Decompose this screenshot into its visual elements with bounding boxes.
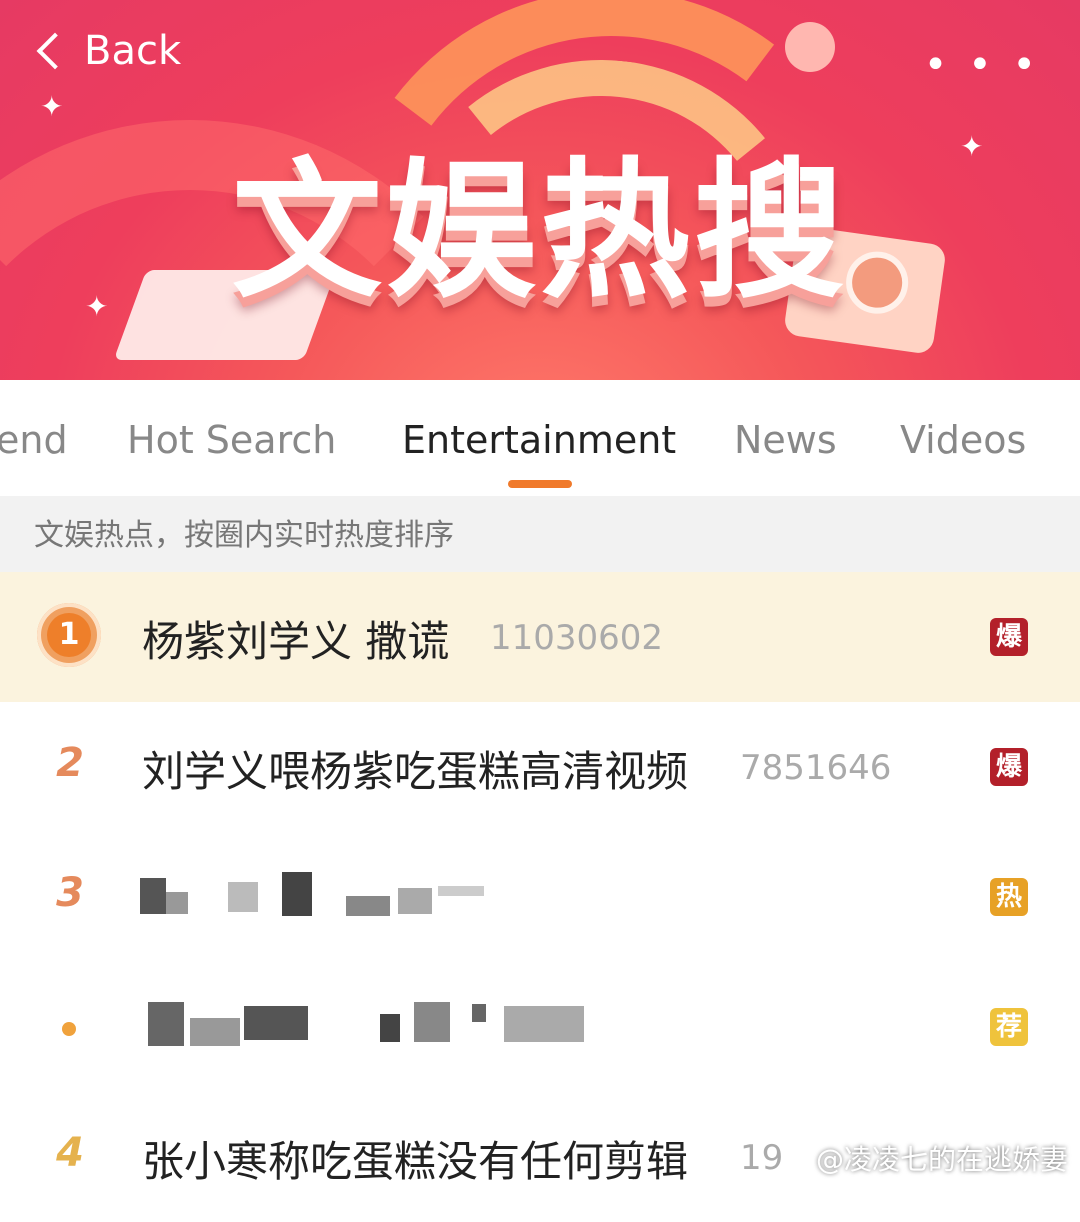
- item-title[interactable]: 杨紫刘学义 撒谎: [142, 608, 449, 669]
- tab-hot-search[interactable]: Hot Search: [127, 418, 336, 462]
- list-item[interactable]: 3 热: [0, 832, 1080, 963]
- tab-entertainment[interactable]: Entertainment: [402, 418, 676, 462]
- pixelated-text: [282, 872, 312, 916]
- promoted-badge: 荐: [990, 1008, 1028, 1046]
- chevron-left-icon: [36, 32, 74, 70]
- hot-badge: 热: [990, 878, 1028, 916]
- item-title[interactable]: 刘学义喂杨紫吃蛋糕高清视频: [142, 738, 688, 799]
- pixelated-text: [398, 888, 432, 914]
- banner-title: 文娱热搜: [231, 145, 848, 319]
- pixelated-text: [166, 892, 188, 914]
- hot-badge: 爆: [990, 748, 1028, 786]
- tab-trend[interactable]: end: [0, 418, 68, 462]
- banner: ✦ ✦ ✦ 文娱热搜 Back • • •: [0, 0, 1080, 380]
- list-description-text: 文娱热点，按圈内实时热度排序: [34, 518, 454, 553]
- rank-number: 3: [56, 870, 84, 916]
- pixelated-text: [472, 1004, 486, 1022]
- pixelated-text: [190, 1018, 240, 1046]
- item-count: 7851646: [740, 748, 892, 788]
- pixelated-text: [504, 1006, 584, 1042]
- more-button[interactable]: • • •: [924, 42, 1040, 88]
- rank-number: 1: [47, 613, 91, 657]
- list-item[interactable]: 荐: [0, 962, 1080, 1093]
- tab-news[interactable]: News: [734, 418, 837, 462]
- promoted-dot-icon: [62, 1022, 76, 1036]
- back-label: Back: [84, 28, 182, 74]
- tab-bar: end Hot Search Entertainment News Videos: [0, 380, 1080, 496]
- rank-number: 4: [56, 1130, 84, 1176]
- pixelated-text: [228, 882, 258, 912]
- pixelated-text: [140, 878, 166, 914]
- list-item[interactable]: 2 刘学义喂杨紫吃蛋糕高清视频 7851646 爆: [0, 702, 1080, 833]
- tab-videos[interactable]: Videos: [900, 418, 1026, 462]
- active-tab-indicator: [508, 480, 572, 488]
- pixelated-text: [148, 1002, 184, 1046]
- item-title[interactable]: 张小寒称吃蛋糕没有任何剪辑: [142, 1128, 688, 1189]
- rank-number: 2: [56, 740, 84, 786]
- hot-badge: 爆: [990, 618, 1028, 656]
- list-description: 文娱热点，按圈内实时热度排序: [0, 496, 1080, 572]
- rank-medal-icon: 1: [37, 603, 101, 667]
- pixelated-text: [414, 1002, 450, 1042]
- item-count: 11030602: [490, 618, 664, 658]
- watermark: @凌凌七的在逃娇妻: [815, 1143, 1068, 1176]
- pixelated-text: [244, 1006, 308, 1040]
- back-button[interactable]: Back: [30, 28, 181, 74]
- list-item[interactable]: 1 杨紫刘学义 撒谎 11030602 爆: [0, 572, 1080, 703]
- pixelated-text: [346, 896, 390, 916]
- item-count: 19: [740, 1138, 784, 1178]
- pixelated-text: [438, 886, 484, 896]
- planet-icon: [785, 22, 835, 72]
- pixelated-text: [380, 1014, 400, 1042]
